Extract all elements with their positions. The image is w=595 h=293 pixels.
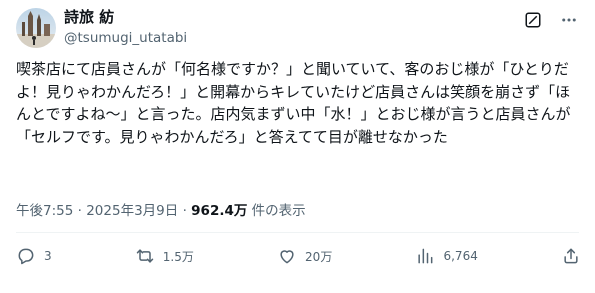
grok-button[interactable] xyxy=(523,10,543,30)
views-count: 962.4万 xyxy=(191,203,248,219)
trailing-actions xyxy=(561,246,581,266)
reply-icon xyxy=(18,248,34,265)
post-meta: 午後7:55 · 2025年3月9日 · 962.4万 件の表示 xyxy=(16,199,306,219)
share-button[interactable] xyxy=(561,246,581,266)
views-action-count: 6,764 xyxy=(443,249,478,263)
repost-button[interactable]: 1.5万 xyxy=(135,246,194,266)
repost-icon xyxy=(136,249,154,263)
avatar[interactable] xyxy=(16,8,56,48)
more-options-icon xyxy=(562,18,576,22)
post: 詩旅 紡 @tsumugi_utatabi 喫茶店にて店員さんが「何名様ですか？… xyxy=(0,0,595,293)
repost-count: 1.5万 xyxy=(162,249,194,264)
views-button[interactable]: 6,764 xyxy=(415,246,478,266)
like-button[interactable]: 20万 xyxy=(277,246,332,266)
meta-separator: · xyxy=(182,203,187,219)
views-label: 件の表示 xyxy=(247,203,306,219)
avatar-photo-icon xyxy=(16,8,56,48)
reply-button[interactable]: 3 xyxy=(16,246,52,266)
like-icon xyxy=(280,250,294,264)
header-actions xyxy=(523,10,579,30)
post-time[interactable]: 午後7:55 xyxy=(16,203,73,219)
user-handle[interactable]: @tsumugi_utatabi xyxy=(64,30,187,46)
more-options-button[interactable] xyxy=(559,10,579,30)
divider xyxy=(16,232,579,233)
views-icon xyxy=(418,248,433,264)
share-icon xyxy=(564,248,578,264)
action-bar: 3 1.5万 20万 6,764 xyxy=(16,246,581,266)
meta-separator: · xyxy=(77,203,82,219)
display-name[interactable]: 詩旅 紡 xyxy=(64,8,187,26)
author-block: 詩旅 紡 @tsumugi_utatabi xyxy=(64,8,187,46)
post-date[interactable]: 2025年3月9日 xyxy=(86,203,178,219)
reply-count: 3 xyxy=(44,249,52,263)
post-text: 喫茶店にて店員さんが「何名様ですか？」と聞いていて、客のおじ様が「ひとりだよ！見… xyxy=(16,60,571,146)
like-count: 20万 xyxy=(305,249,333,264)
grok-icon xyxy=(525,12,541,28)
